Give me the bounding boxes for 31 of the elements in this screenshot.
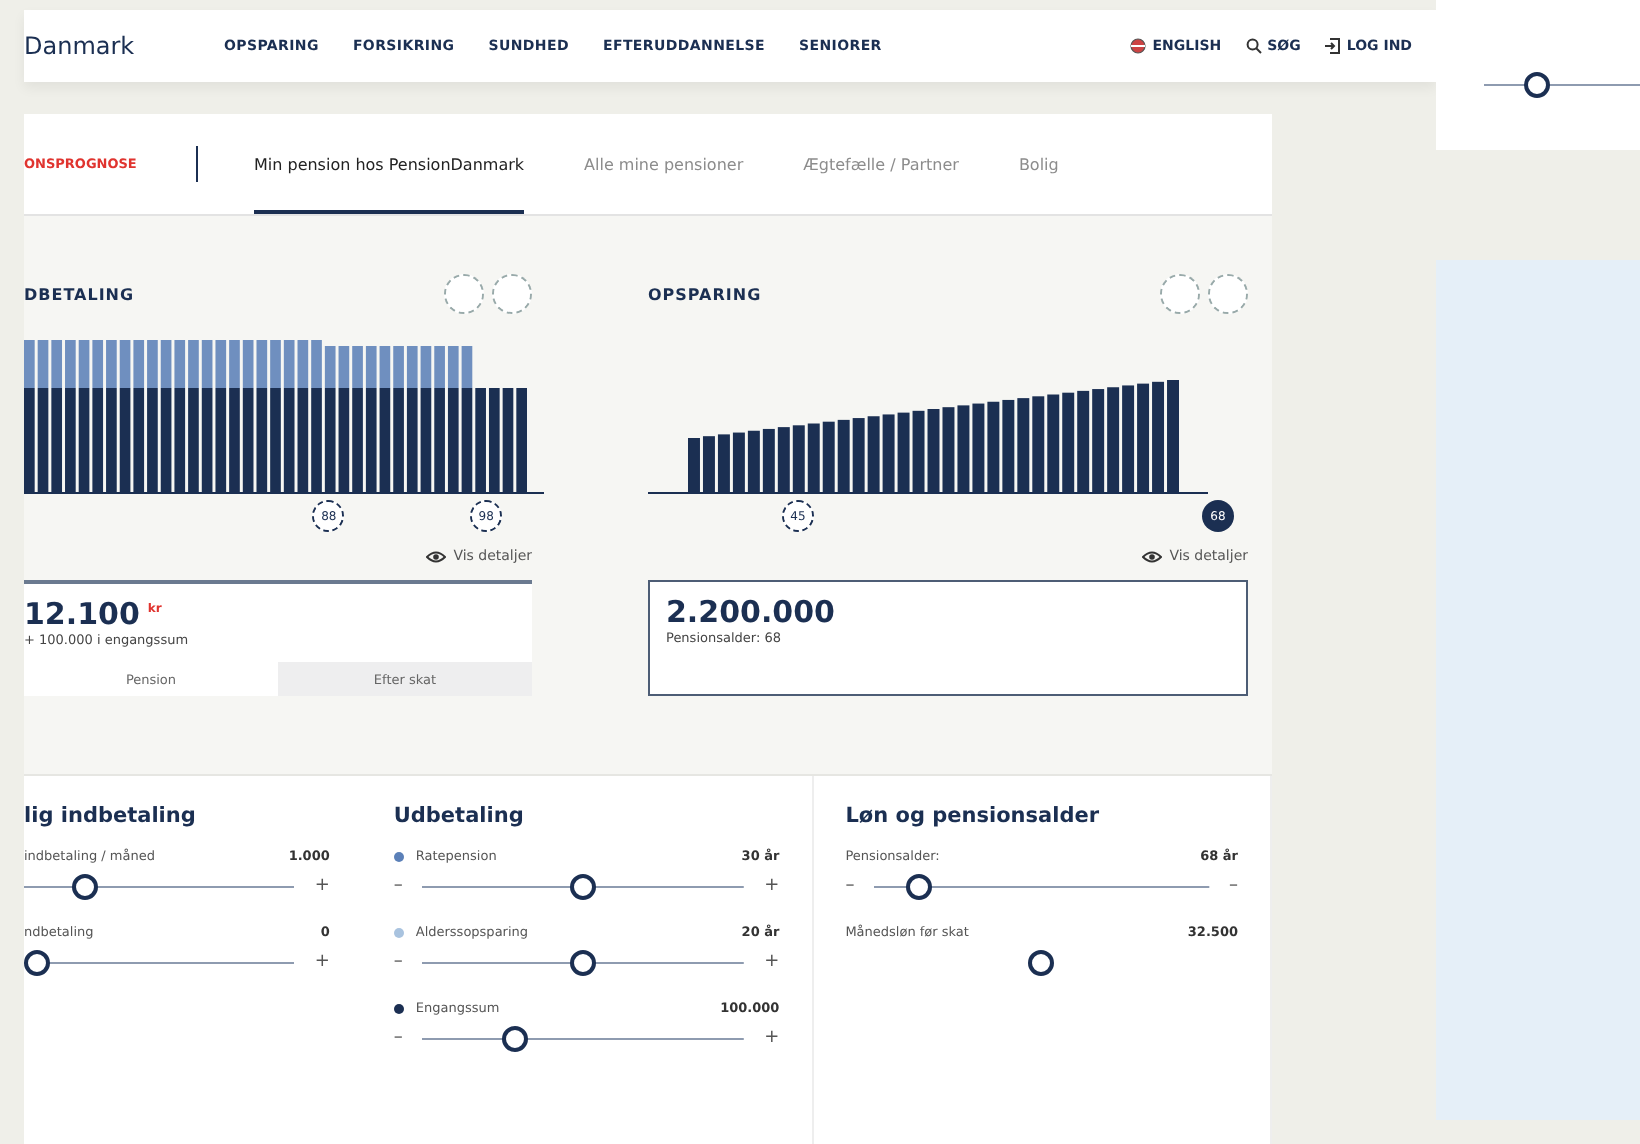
plus-button[interactable]: – <box>1229 876 1238 896</box>
minus-button[interactable]: – <box>393 876 403 896</box>
minus-button[interactable]: – <box>393 952 403 972</box>
eye-icon <box>1141 549 1162 563</box>
plus-button[interactable]: + <box>764 1028 780 1048</box>
amount: 2.200.000 <box>666 594 837 630</box>
slider-knob[interactable] <box>1028 949 1055 975</box>
chart-title: DBETALING <box>24 285 135 303</box>
slider-thumb[interactable] <box>502 1025 529 1051</box>
eye-icon <box>425 549 446 563</box>
plus-button[interactable]: + <box>764 876 780 896</box>
tab[interactable]: Min pension hos PensionDanmark <box>254 114 525 214</box>
minus-button[interactable]: – <box>393 1028 403 1048</box>
slider-thumb[interactable] <box>905 873 932 899</box>
search-icon <box>1245 38 1262 54</box>
logo[interactable]: Danmark <box>24 32 224 60</box>
plus-button[interactable]: + <box>314 876 330 896</box>
plus-button[interactable]: + <box>764 952 780 972</box>
panel-title: lig indbetaling <box>24 804 198 828</box>
login-icon <box>1324 38 1341 54</box>
slider-thumb[interactable] <box>570 949 597 975</box>
slider-thumb[interactable] <box>72 873 99 899</box>
chart-title: OPSPARING <box>648 285 762 303</box>
panel-title: Løn og pensionsalder <box>845 804 1102 828</box>
plus-button[interactable]: + <box>314 952 330 972</box>
slider-thumb[interactable] <box>24 949 50 975</box>
panel-title: Udbetaling <box>393 804 526 828</box>
slider-thumb[interactable] <box>1523 72 1549 98</box>
minus-button[interactable]: – <box>845 876 855 896</box>
slider-thumb[interactable] <box>570 873 597 899</box>
amount: 12.100 $^{kr}$ <box>24 596 164 632</box>
